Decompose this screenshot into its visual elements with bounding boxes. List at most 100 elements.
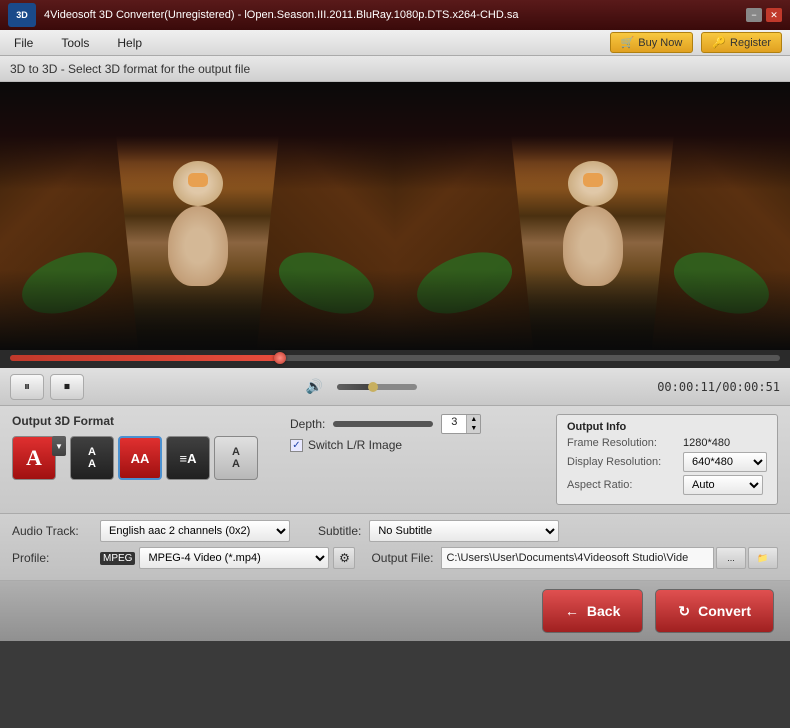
video-left-half — [0, 82, 395, 350]
frame-resolution-label: Frame Resolution: — [567, 437, 677, 449]
display-resolution-row: Display Resolution: 640*480 720*480 1280… — [567, 452, 767, 472]
seekbar-container[interactable] — [0, 350, 790, 368]
depth-up-arrow[interactable]: ▲ — [466, 415, 480, 424]
window-title: 4Videosoft 3D Converter(Unregistered) - … — [44, 9, 746, 21]
volume-thumb[interactable] — [368, 382, 378, 392]
switch-lr-section: ✓ Switch L/R Image — [290, 438, 481, 452]
cart-icon: 🛒 — [621, 36, 635, 49]
depth-arrows: ▲ ▼ — [466, 415, 480, 433]
browse-dots-button[interactable]: ... — [716, 547, 746, 569]
format-btn-group-a: A ▼ — [12, 436, 66, 480]
profile-select[interactable]: MPEG-4 Video (*.mp4) — [139, 547, 329, 569]
video-frame — [0, 82, 790, 350]
display-resolution-select[interactable]: 640*480 720*480 1280*720 1920*1080 — [683, 452, 767, 472]
audio-subtitle-row: Audio Track: English aac 2 channels (0x2… — [12, 520, 778, 542]
frame-resolution-row: Frame Resolution: 1280*480 — [567, 437, 767, 449]
convert-label: Convert — [698, 603, 751, 619]
aspect-ratio-row: Aspect Ratio: Auto 4:3 16:9 — [567, 475, 767, 495]
profile-label: Profile: — [12, 551, 92, 565]
depth-slider[interactable] — [333, 421, 433, 427]
profile-icon: MPEG — [100, 552, 135, 565]
format-btn-interlace[interactable]: ≡A — [166, 436, 210, 480]
format-btn-aa-red[interactable]: AA — [118, 436, 162, 480]
profile-settings-button[interactable]: ⚙ — [333, 547, 355, 569]
output-path-display: C:\Users\User\Documents\4Videosoft Studi… — [441, 547, 714, 569]
menu-help[interactable]: Help — [103, 32, 156, 54]
aspect-ratio-label: Aspect Ratio: — [567, 479, 677, 491]
depth-down-arrow[interactable]: ▼ — [466, 424, 480, 433]
format-btn-aa-dark[interactable]: AA — [70, 436, 114, 480]
back-icon: ← — [565, 603, 579, 619]
action-bar: ← Back ↻ Convert — [0, 581, 790, 641]
profile-output-row: Profile: MPEG MPEG-4 Video (*.mp4) ⚙ Out… — [12, 547, 778, 569]
output-file-section: C:\Users\User\Documents\4Videosoft Studi… — [441, 547, 778, 569]
creature-head — [173, 161, 223, 206]
volume-icon: 🔊 — [306, 378, 323, 395]
stop-button[interactable]: ⏹ — [50, 374, 84, 400]
creature-head-r — [568, 161, 618, 206]
buy-now-button[interactable]: 🛒 Buy Now — [610, 32, 694, 53]
back-button[interactable]: ← Back — [542, 589, 643, 633]
register-button[interactable]: 🔑 Register — [701, 32, 782, 53]
menu-tools[interactable]: Tools — [47, 32, 103, 54]
switch-lr-checkbox[interactable]: ✓ — [290, 439, 303, 452]
aspect-ratio-select[interactable]: Auto 4:3 16:9 — [683, 475, 763, 495]
app-logo: 3D — [8, 3, 36, 27]
browse-folder-button[interactable]: 📁 — [748, 547, 778, 569]
convert-icon: ↻ — [678, 603, 690, 620]
seekbar-thumb[interactable] — [274, 352, 286, 364]
menu-file[interactable]: File — [0, 32, 47, 54]
back-label: Back — [587, 603, 620, 619]
controls-bar: ⏸ ⏹ 🔊 00:00:11/00:00:51 — [0, 368, 790, 406]
video-right-half — [395, 82, 790, 350]
creature-body — [168, 206, 228, 286]
creature-body-r — [563, 206, 623, 286]
depth-value-box: 3 ▲ ▼ — [441, 414, 481, 434]
time-display: 00:00:11/00:00:51 — [657, 380, 780, 394]
volume-slider[interactable] — [337, 384, 417, 390]
close-button[interactable]: ✕ — [766, 8, 782, 22]
audio-track-select[interactable]: English aac 2 channels (0x2) — [100, 520, 290, 542]
pause-icon: ⏸ — [24, 379, 30, 394]
options-area: Output 3D Format A ▼ AA AA — [0, 406, 790, 514]
options-row: Output 3D Format A ▼ AA AA — [12, 414, 778, 505]
format-a-dropdown[interactable]: ▼ — [52, 436, 66, 456]
menu-bar: File Tools Help 🛒 Buy Now 🔑 Register — [0, 30, 790, 56]
creature-character-r — [553, 176, 633, 296]
subtitle-select[interactable]: No Subtitle — [369, 520, 559, 542]
format-section: Output 3D Format A ▼ AA AA — [12, 414, 258, 480]
convert-button[interactable]: ↻ Convert — [655, 589, 774, 633]
format-buttons: A ▼ AA AA ≡A AA — [12, 436, 258, 480]
format-btn-aa-stacked[interactable]: AA — [214, 436, 258, 480]
display-resolution-label: Display Resolution: — [567, 456, 677, 468]
video-preview-area — [0, 82, 790, 350]
output-info-title: Output Info — [567, 421, 767, 433]
folder-icon: 📁 — [757, 553, 768, 564]
profile-section: MPEG MPEG-4 Video (*.mp4) ⚙ — [100, 547, 355, 569]
audio-track-label: Audio Track: — [12, 524, 92, 538]
logo-text: 3D — [16, 10, 28, 20]
seekbar-fill — [10, 355, 280, 361]
format-aa-red-label: AA — [131, 451, 150, 466]
output-info-box: Output Info Frame Resolution: 1280*480 D… — [556, 414, 778, 505]
subtitle-label: Subtitle: — [318, 524, 361, 538]
output-3d-format-label: Output 3D Format — [12, 414, 258, 428]
stop-icon: ⏹ — [64, 379, 70, 394]
creature-character — [158, 176, 238, 296]
minimize-button[interactable]: − — [746, 8, 762, 22]
format-aa-label: AA — [88, 446, 96, 470]
key-icon: 🔑 — [712, 36, 726, 49]
format-btn-a[interactable]: A — [12, 436, 56, 480]
format-interlace-label: ≡A — [180, 451, 197, 466]
depth-section: Depth: 3 ▲ ▼ ✓ Switch L/R Image — [290, 414, 481, 452]
frame-resolution-value: 1280*480 — [683, 437, 730, 449]
depth-row: Depth: 3 ▲ ▼ — [290, 414, 481, 434]
format-a-letter: A — [26, 445, 42, 471]
format-aa-stacked-label: AA — [232, 446, 240, 470]
switch-lr-label: Switch L/R Image — [308, 438, 402, 452]
depth-value: 3 — [442, 415, 466, 433]
seekbar[interactable] — [10, 355, 780, 361]
subtitle-bar-text: 3D to 3D - Select 3D format for the outp… — [10, 62, 250, 76]
pause-button[interactable]: ⏸ — [10, 374, 44, 400]
output-file-label: Output File: — [371, 551, 433, 565]
